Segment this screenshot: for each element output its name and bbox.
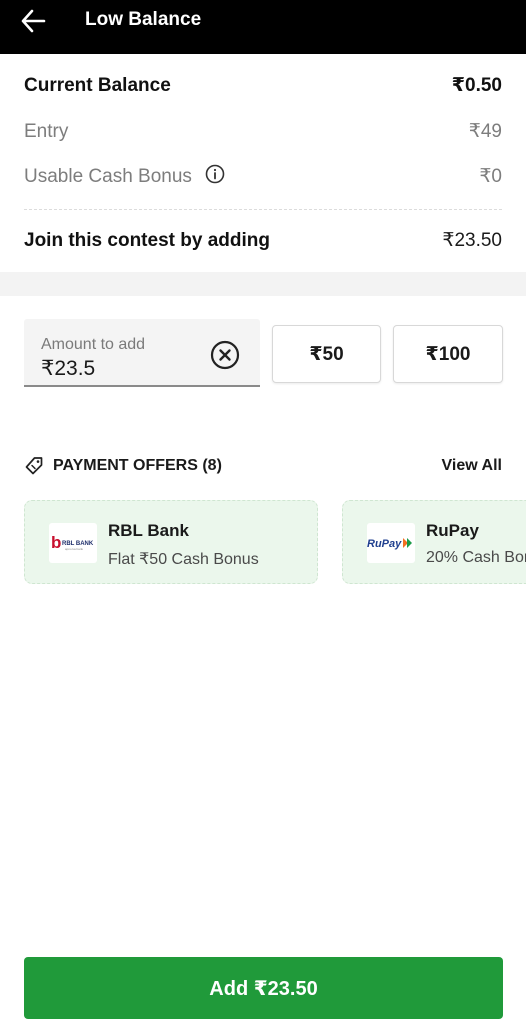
rupay-logo: RuPay — [367, 523, 415, 563]
amount-input[interactable]: Amount to add ₹23.5 — [24, 319, 260, 387]
usable-cash-bonus-label: Usable Cash Bonus — [24, 166, 192, 187]
amount-input-label: Amount to add — [41, 336, 146, 353]
payment-offers-header: PAYMENT OFFERS (8) View All — [24, 456, 502, 476]
offer-description: Flat ₹50 Cash Bonus — [108, 551, 259, 568]
current-balance-value: ₹0.50 — [451, 75, 502, 96]
rbl-bank-logo: b RBL BANK apno ka bank — [49, 523, 97, 563]
close-circle-icon[interactable] — [210, 340, 240, 370]
offer-card-rbl[interactable]: b RBL BANK apno ka bank RBL Bank Flat ₹5… — [24, 500, 318, 584]
usable-cash-bonus-value: ₹0 — [479, 165, 502, 187]
usable-cash-bonus-row: Usable Cash Bonus ₹0 — [24, 164, 502, 188]
balance-summary: Current Balance ₹0.50 Entry ₹49 Usable C… — [0, 54, 526, 272]
offer-card-rupay[interactable]: RuPay RuPay 20% Cash Bonus — [342, 500, 526, 584]
tag-icon — [25, 457, 43, 475]
arrow-left-icon — [21, 9, 46, 33]
current-balance-row: Current Balance ₹0.50 — [24, 74, 502, 97]
join-contest-label: Join this contest by adding — [24, 229, 270, 251]
back-button[interactable] — [16, 6, 50, 36]
quick-amount-50[interactable]: ₹50 — [272, 325, 381, 383]
add-amount-button[interactable]: Add ₹23.50 — [24, 957, 503, 1019]
join-contest-row: Join this contest by adding ₹23.50 — [24, 229, 502, 252]
quick-amount-100[interactable]: ₹100 — [393, 325, 503, 383]
svg-text:apno ka bank: apno ka bank — [65, 547, 84, 551]
section-divider — [0, 272, 526, 296]
page-title: Low Balance — [85, 9, 202, 30]
payment-offers-title: PAYMENT OFFERS (8) — [53, 457, 222, 474]
svg-text:b: b — [51, 533, 61, 552]
top-app-bar: Low Balance — [0, 0, 526, 54]
view-all-link[interactable]: View All — [442, 457, 502, 475]
amount-input-value[interactable]: ₹23.5 — [41, 356, 95, 381]
svg-text:RuPay: RuPay — [367, 538, 402, 550]
join-contest-value: ₹23.50 — [442, 230, 502, 251]
entry-value: ₹49 — [468, 121, 502, 142]
entry-label: Entry — [24, 120, 69, 142]
offer-name: RuPay — [426, 521, 479, 540]
offer-name: RBL Bank — [108, 521, 189, 540]
divider — [24, 209, 502, 210]
entry-row: Entry ₹49 — [24, 120, 502, 143]
current-balance-label: Current Balance — [24, 74, 171, 96]
offer-description: 20% Cash Bonus — [426, 549, 526, 566]
info-icon[interactable] — [205, 164, 225, 184]
